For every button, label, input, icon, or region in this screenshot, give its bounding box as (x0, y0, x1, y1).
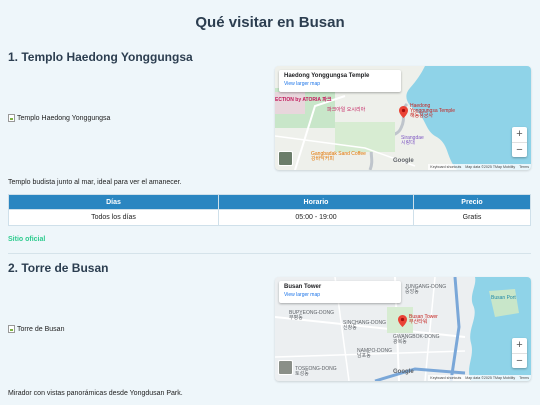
keyboard-shortcuts-link[interactable]: Keyboard shortcuts (430, 376, 461, 380)
map-zoom-controls: + − (512, 127, 527, 157)
section-title-haedong: 1. Templo Haedong Yonggungsa (8, 50, 193, 64)
zoom-out-button[interactable]: − (512, 353, 527, 368)
image-alt-text: Templo Haedong Yonggungsa (17, 114, 111, 122)
broken-image-icon (8, 114, 15, 122)
haedong-map[interactable]: ECTION by ATORIA 파크 파크아일 오시리아 Haedong Yo… (275, 66, 531, 170)
table-header-row: Días Horario Precio (8, 194, 531, 210)
map-label-pin: Haedong Yonggungsa Temple 해동용궁사 (410, 103, 456, 119)
busan-tower-description: Mirador con vistas panorámicas desde Yon… (8, 390, 183, 397)
section-title-busan-tower: 2. Torre de Busan (8, 261, 109, 275)
view-larger-map-link[interactable]: View larger map (284, 81, 396, 87)
haedong-description: Templo budista junto al mar, ideal para … (8, 179, 182, 186)
map-label-pin: Busan Tower 부산타워 (409, 314, 438, 325)
map-label-poi1: Sirangdae 시랑대 (401, 135, 424, 146)
google-logo: Google (393, 369, 414, 375)
cell-price: Gratis (413, 209, 531, 226)
map-place-card: Busan Tower View larger map (279, 281, 401, 303)
satellite-toggle[interactable] (278, 151, 293, 166)
map-label-poi1: BUPYEONG-DONG 부평동 (289, 310, 335, 321)
section-divider (8, 253, 531, 254)
map-data-text: Map data ©2025 TMap Mobility (465, 165, 516, 169)
haedong-image: Templo Haedong Yonggungsa (8, 114, 110, 122)
page-title: Qué visitar en Busan (195, 14, 345, 31)
map-label-poi7: Busan Port (491, 295, 516, 301)
map-label-poi4: TOSEONG-DONG 토성동 (295, 366, 337, 377)
map-label-poi5: NAMPO-DONG 남포동 (357, 348, 392, 359)
map-zoom-controls: + − (512, 338, 527, 368)
busan-tower-image: Torre de Busan (8, 325, 64, 333)
terms-link[interactable]: Terms (519, 165, 529, 169)
header-price: Precio (413, 194, 531, 210)
header-days: Días (8, 194, 219, 210)
zoom-in-button[interactable]: + (512, 127, 527, 142)
image-alt-text: Torre de Busan (17, 325, 65, 333)
map-label-poi3: 파크아일 오시리아 (327, 107, 366, 113)
terms-link[interactable]: Terms (519, 376, 529, 380)
cell-hours: 05:00 - 19:00 (218, 209, 414, 226)
broken-image-icon (8, 325, 15, 333)
map-pin-icon[interactable] (399, 106, 408, 118)
map-place-title: Busan Tower (284, 284, 322, 290)
map-label-poi6: JUNGANG-DONG 중앙동 (405, 284, 447, 295)
map-data-text: Map data ©2025 TMap Mobility (465, 376, 516, 380)
map-footer: Keyboard shortcuts Map data ©2025 TMap M… (428, 375, 531, 381)
keyboard-shortcuts-link[interactable]: Keyboard shortcuts (430, 165, 461, 169)
map-label-poi3: GWANGBOK-DONG 광복동 (393, 334, 440, 345)
map-place-title: Haedong Yonggungsa Temple (284, 73, 370, 79)
map-pin-icon[interactable] (398, 315, 407, 327)
google-logo: Google (393, 158, 414, 164)
zoom-out-button[interactable]: − (512, 142, 527, 157)
busan-tower-map[interactable]: BUPYEONG-DONG 부평동 SINCHANG-DONG 신창동 GWAN… (275, 277, 531, 381)
map-place-card: Haedong Yonggungsa Temple View larger ma… (279, 70, 401, 92)
cell-days: Todos los días (8, 209, 219, 226)
map-label-poi2: SINCHANG-DONG 신창동 (343, 320, 387, 331)
schedule-table: Días Horario Precio Todos los días 05:00… (8, 194, 531, 226)
map-label-poi2: Gangbadak Sand Coffee 강바닥커피 (311, 151, 366, 162)
header-hours: Horario (218, 194, 414, 210)
map-label-poi4: ECTION by ATORIA 파크 (275, 97, 332, 103)
table-row: Todos los días 05:00 - 19:00 Gratis (8, 209, 531, 226)
map-footer: Keyboard shortcuts Map data ©2025 TMap M… (428, 164, 531, 170)
satellite-toggle[interactable] (278, 360, 293, 375)
official-site-link[interactable]: Sitio oficial (8, 236, 45, 243)
zoom-in-button[interactable]: + (512, 338, 527, 353)
view-larger-map-link[interactable]: View larger map (284, 292, 396, 298)
